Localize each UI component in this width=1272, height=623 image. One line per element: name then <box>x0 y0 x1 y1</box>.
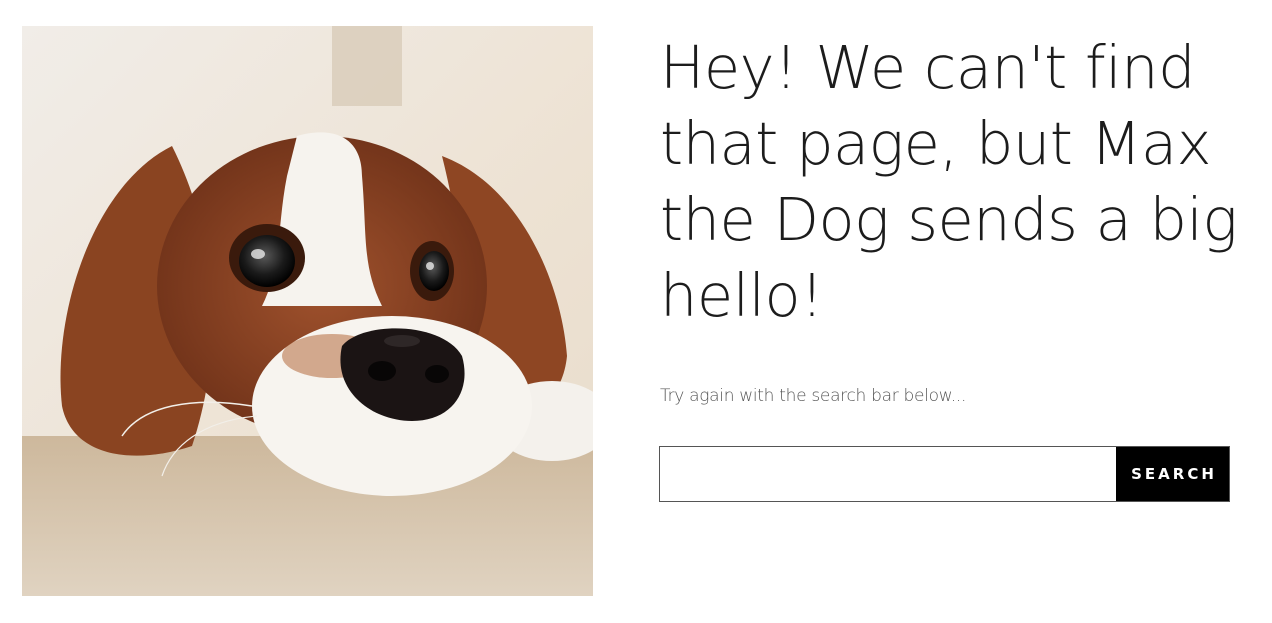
search-form: SEARCH <box>659 446 1230 502</box>
page-headline: Hey! We can't find that page, but Max th… <box>660 33 1238 330</box>
search-input[interactable] <box>660 447 1116 501</box>
search-button[interactable]: SEARCH <box>1116 447 1229 501</box>
dog-photo <box>22 26 593 596</box>
message-block: Hey! We can't find that page, but Max th… <box>660 30 1240 334</box>
search-hint: Try again with the search bar below... <box>660 386 967 406</box>
